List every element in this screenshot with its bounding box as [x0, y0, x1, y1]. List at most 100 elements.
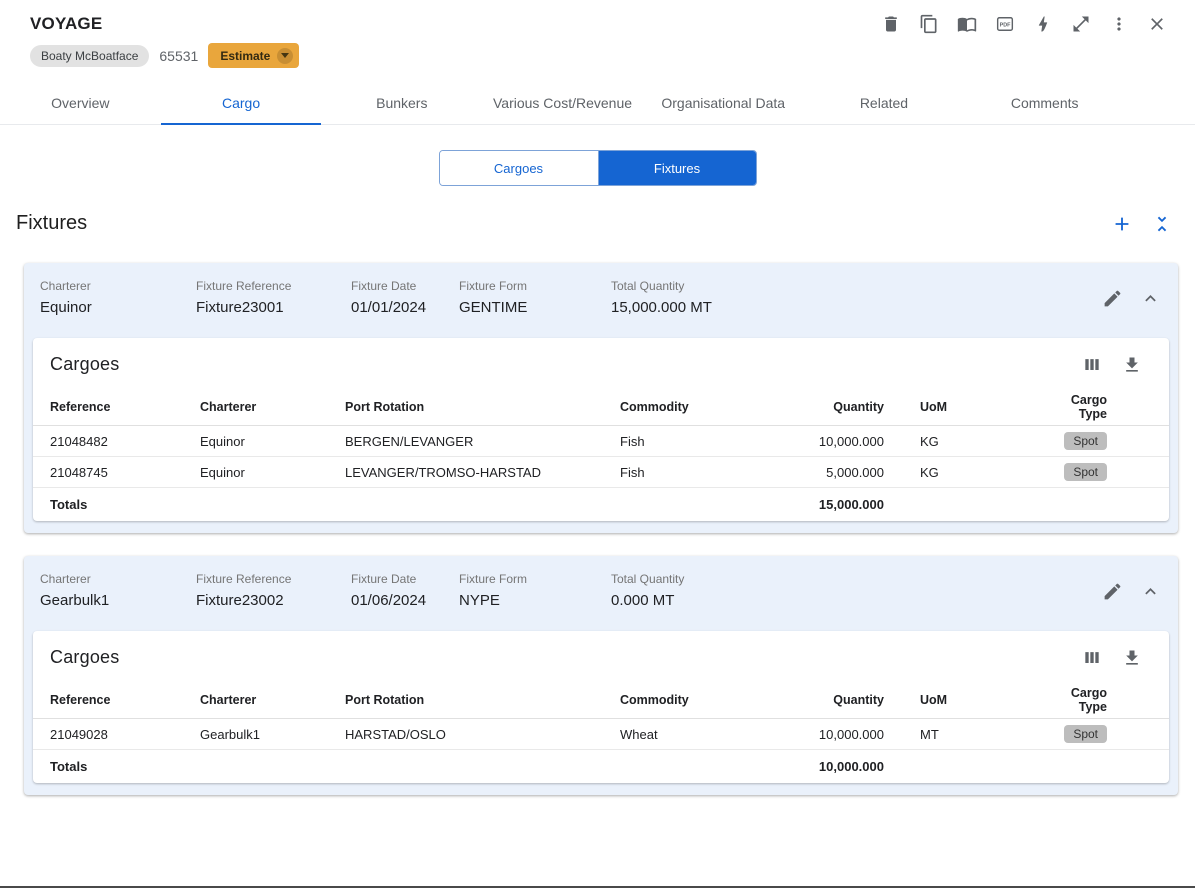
header-actions [881, 14, 1167, 34]
cell-uom: KG [920, 433, 939, 449]
edit-fixture-button[interactable] [1102, 288, 1123, 309]
cargo-row[interactable]: 21048482 Equinor BERGEN/LEVANGER Fish 10… [33, 426, 1169, 457]
field-label: Total Quantity [611, 572, 685, 586]
field-value: Gearbulk1 [40, 592, 110, 609]
columns-icon [1082, 355, 1102, 375]
field-value: 0.000 MT [611, 592, 675, 609]
tab-bunkers[interactable]: Bunkers [321, 83, 482, 124]
fixture-field: Fixture Date 01/06/2024 [351, 572, 459, 609]
delete-icon[interactable] [881, 14, 901, 34]
col-header-charterer: Charterer [200, 692, 257, 707]
columns-button[interactable] [1082, 648, 1102, 668]
cargo-table-header: Reference Charterer Port Rotation Commodity… [33, 388, 1169, 426]
fixture-fields: Charterer Equinor Fixture Reference Fixt… [40, 279, 1102, 316]
tab-label: Various Cost/Revenue [492, 95, 633, 111]
col-header-quantity: Quantity [833, 399, 884, 414]
download-button[interactable] [1122, 648, 1142, 668]
estimate-label: Estimate [220, 48, 271, 63]
totals-quantity: 10,000.000 [818, 759, 884, 774]
cell-commodity: Wheat [620, 726, 658, 742]
download-icon [1122, 648, 1142, 668]
cell-charterer: Equinor [200, 433, 245, 449]
cell-quantity: 5,000.000 [826, 464, 884, 480]
cargo-row[interactable]: 21049028 Gearbulk1 HARSTAD/OSLO Wheat 10… [33, 719, 1169, 750]
collapse-all-button[interactable] [1151, 213, 1173, 235]
col-header-reference: Reference [50, 692, 111, 707]
cell-uom: KG [920, 464, 939, 480]
cargoes-card-header: Cargoes [33, 631, 1169, 681]
cell-port-rotation: BERGEN/LEVANGER [345, 433, 474, 449]
fixture-card: Charterer Equinor Fixture Reference Fixt… [24, 263, 1178, 533]
download-button[interactable] [1122, 355, 1142, 375]
totals-label: Totals [50, 759, 88, 774]
close-icon[interactable] [1147, 14, 1167, 34]
tab-label: Bunkers [376, 95, 428, 111]
cargoes-card-actions [1082, 355, 1142, 375]
cell-port-rotation: LEVANGER/TROMSO-HARSTAD [345, 464, 541, 480]
collapse-fixture-button[interactable] [1140, 288, 1161, 309]
copy-icon[interactable] [919, 14, 939, 34]
voyage-window: VOYAGE Boaty McBoatface 65531 Estimate O… [0, 0, 1195, 888]
col-header-port-rotation: Port Rotation [345, 399, 425, 414]
caret-down-icon[interactable] [277, 47, 294, 64]
fixture-field: Total Quantity 15,000.000 MT [611, 279, 712, 316]
toggle-cargoes[interactable]: Cargoes [439, 151, 598, 185]
tab-label: Overview [51, 95, 110, 111]
cell-cargo-type: Spot [1040, 432, 1107, 450]
tab-label: Comments [1010, 95, 1079, 111]
tab-various-cost-revenue[interactable]: Various Cost/Revenue [482, 83, 643, 124]
collapse-fixture-button[interactable] [1140, 581, 1161, 602]
cargo-table-header: Reference Charterer Port Rotation Commodity… [33, 681, 1169, 719]
field-value: Equinor [40, 299, 92, 316]
toggle-label: Fixtures [653, 160, 701, 176]
book-icon[interactable] [957, 14, 977, 34]
cargoes-title: Cargoes [50, 647, 120, 667]
more-icon[interactable] [1109, 14, 1129, 34]
fixture-field: Charterer Gearbulk1 [40, 572, 196, 609]
cell-quantity: 10,000.000 [818, 433, 884, 449]
expand-icon[interactable] [1071, 14, 1091, 34]
fixture-field: Fixture Form GENTIME [459, 279, 611, 316]
cargoes-title: Cargoes [50, 354, 120, 374]
fixtures-heading: Fixtures [16, 212, 88, 234]
download-icon [1122, 355, 1142, 375]
fixture-fields: Charterer Gearbulk1 Fixture Reference Fi… [40, 572, 1102, 609]
field-value: Fixture23001 [196, 299, 284, 316]
cargo-totals-row: Totals 15,000.000 [33, 488, 1169, 521]
pdf-icon[interactable] [995, 14, 1015, 34]
cargoes-card: Cargoes Reference Charterer Port Rotation C… [33, 338, 1169, 521]
fixture-field: Fixture Form NYPE [459, 572, 611, 609]
field-label: Total Quantity [611, 279, 685, 293]
field-value: 15,000.000 MT [611, 299, 712, 316]
pencil-icon [1102, 288, 1123, 309]
tab-label: Organisational Data [661, 95, 786, 111]
tab-comments[interactable]: Comments [964, 83, 1125, 124]
chevron-up-icon [1140, 581, 1161, 602]
fixture-card: Charterer Gearbulk1 Fixture Reference Fi… [24, 556, 1178, 795]
fixture-field: Charterer Equinor [40, 279, 196, 316]
tab-cargo[interactable]: Cargo [160, 83, 322, 125]
tab-overview[interactable]: Overview [0, 83, 161, 124]
page-title: VOYAGE [30, 14, 103, 33]
col-header-cargo-type: Cargo Type [1070, 392, 1107, 421]
toggle-fixtures[interactable]: Fixtures [597, 151, 756, 185]
field-label: Fixture Form [459, 572, 528, 586]
edit-fixture-button[interactable] [1102, 581, 1123, 602]
cell-port-rotation: HARSTAD/OSLO [345, 726, 446, 742]
cell-reference: 21048482 [50, 433, 108, 449]
field-label: Fixture Reference [196, 279, 292, 293]
cell-quantity: 10,000.000 [818, 726, 884, 742]
cargo-row[interactable]: 21048745 Equinor LEVANGER/TROMSO-HARSTAD… [33, 457, 1169, 488]
fixtures-section-actions [1111, 213, 1173, 235]
fixture-header-actions [1102, 288, 1165, 309]
tab-related[interactable]: Related [804, 83, 965, 124]
estimate-button[interactable]: Estimate [208, 43, 300, 68]
bolt-icon[interactable] [1033, 14, 1053, 34]
fixtures-section-header: Fixtures [0, 212, 1195, 235]
header: VOYAGE Boaty McBoatface 65531 Estimate [0, 0, 1195, 68]
tab-organisational-data[interactable]: Organisational Data [643, 83, 804, 124]
col-header-cargo-type: Cargo Type [1070, 685, 1107, 714]
add-fixture-button[interactable] [1111, 213, 1133, 235]
cell-cargo-type: Spot [1040, 725, 1107, 743]
columns-button[interactable] [1082, 355, 1102, 375]
